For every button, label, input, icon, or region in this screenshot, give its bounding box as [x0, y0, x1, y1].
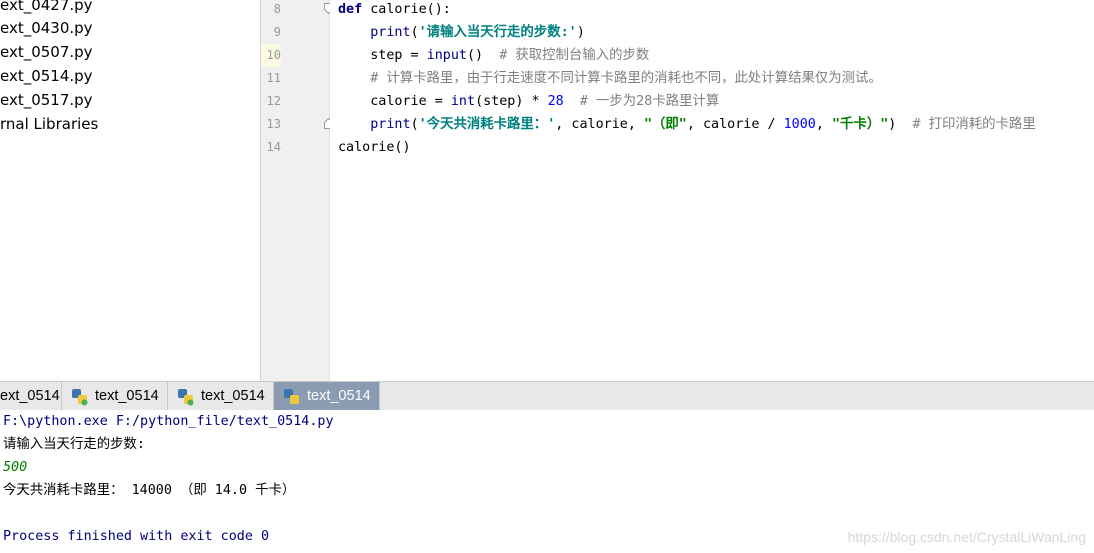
code-token: calorie(): — [362, 2, 451, 17]
code-token: (step) * — [475, 94, 548, 109]
tree-file-item[interactable]: ext_0517.py — [0, 88, 93, 112]
code-token: def — [338, 2, 363, 17]
code-token: () — [467, 48, 500, 63]
code-line: print('请输入当天行走的步数:') — [338, 21, 585, 44]
console-exit-message: Process finished with exit code 0 — [3, 529, 270, 544]
run-tab-bar: ext_0514 text_0514 text_0514 text_0514 — [0, 381, 1094, 411]
console-result-line: 今天共消耗卡路里： 14000 （即 14.0 千卡） — [3, 483, 296, 498]
code-token: '今天共消耗卡路里：' — [418, 117, 556, 132]
line-number: 8 — [273, 2, 281, 16]
code-token: # 获取控制台输入的步数 — [499, 48, 650, 63]
run-tab[interactable]: text_0514 — [168, 382, 274, 410]
tree-file-item[interactable]: ext_0507.py — [0, 40, 93, 64]
code-token: ( — [410, 25, 419, 40]
code-line: def calorie(): — [338, 0, 451, 21]
line-number: 10 — [261, 44, 281, 67]
code-line: calorie() — [338, 136, 411, 159]
code-token: ) — [576, 25, 585, 40]
code-token: 1000 — [783, 117, 816, 132]
run-tab[interactable]: ext_0514 — [0, 382, 62, 410]
code-editor[interactable]: def calorie(): print('请输入当天行走的步数:') step… — [330, 0, 1094, 381]
code-token: calorie = — [338, 94, 451, 109]
run-tab[interactable]: text_0514 — [62, 382, 168, 410]
run-tab-active[interactable]: text_0514 — [274, 382, 380, 410]
code-token: print — [370, 25, 411, 40]
tree-file-item[interactable]: ext_0430.py — [0, 16, 93, 40]
line-number: 11 — [266, 71, 281, 85]
tree-file-item[interactable]: ext_0427.py — [0, 0, 93, 17]
code-token: '请输入当天行走的步数:' — [418, 25, 577, 40]
code-line: print('今天共消耗卡路里：', calorie, "（即", calori… — [338, 113, 1036, 136]
code-token: print — [370, 117, 411, 132]
code-token: int — [450, 94, 476, 109]
line-number: 12 — [266, 94, 281, 108]
console-user-input: 500 — [3, 460, 28, 475]
run-tab-label: text_0514 — [307, 388, 371, 404]
run-tab-label: text_0514 — [95, 388, 159, 404]
line-number: 9 — [273, 25, 281, 39]
code-token: 28 — [547, 94, 564, 109]
code-token: ( — [410, 117, 419, 132]
code-token: # 一步为28卡路里计算 — [579, 94, 720, 109]
console-command-line: F:\python.exe F:/python_file/text_0514.p… — [3, 414, 334, 429]
code-token: calorie() — [338, 140, 411, 155]
code-token: # 计算卡路里，由于行走速度不同计算卡路里的消耗也不同，此处计算结果仅为测试。 — [370, 71, 882, 86]
line-number: 13 — [266, 117, 281, 131]
tree-external-libraries[interactable]: rnal Libraries — [0, 112, 98, 136]
editor-gutter: 8 9 10 11 12 13 14 — [261, 0, 333, 381]
run-tab-label: ext_0514 — [0, 388, 60, 404]
project-tree: ext_0427.py ext_0430.py ext_0507.py ext_… — [0, 0, 261, 381]
watermark: https://blog.csdn.net/CrystalLiWanLing — [847, 529, 1086, 545]
python-file-icon — [178, 389, 194, 406]
code-token: , calorie / — [686, 117, 784, 132]
code-token: , calorie, — [555, 117, 644, 132]
code-line: step = input() # 获取控制台输入的步数 — [338, 44, 649, 67]
code-token: # 打印消耗的卡路里 — [912, 117, 1036, 132]
console-prompt-line: 请输入当天行走的步数: — [3, 437, 145, 452]
code-token: "（即" — [643, 117, 687, 132]
run-tab-label: text_0514 — [201, 388, 265, 404]
python-file-icon — [284, 389, 299, 404]
code-token: "千卡）" — [831, 117, 889, 132]
code-line: calorie = int(step) * 28 # 一步为28卡路里计算 — [338, 90, 719, 113]
code-token: , — [815, 117, 832, 132]
code-token: ) — [888, 117, 913, 132]
python-file-icon — [72, 389, 88, 406]
code-token: input — [426, 48, 467, 63]
code-token: step = — [338, 48, 427, 63]
code-line: # 计算卡路里，由于行走速度不同计算卡路里的消耗也不同，此处计算结果仅为测试。 — [338, 67, 882, 90]
tree-file-item[interactable]: ext_0514.py — [0, 64, 93, 88]
line-number: 14 — [266, 140, 281, 154]
